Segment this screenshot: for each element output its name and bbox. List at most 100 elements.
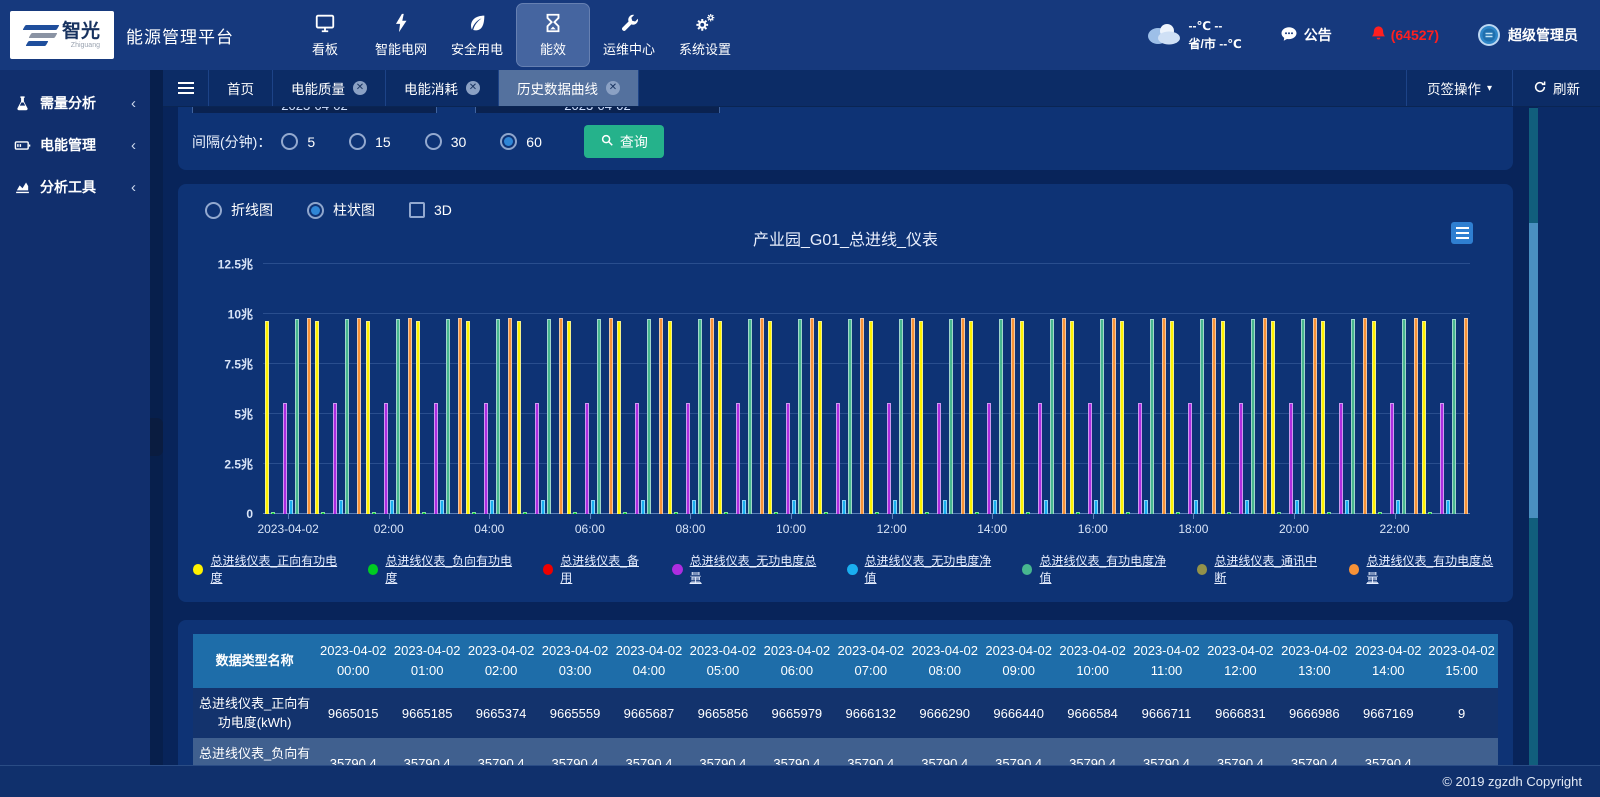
chart-bar bbox=[818, 321, 822, 514]
x-axis-label: 02:00 bbox=[374, 522, 404, 536]
alarm-count: (64527) bbox=[1391, 27, 1439, 43]
sidebar-item-需量分析[interactable]: 需量分析‹ bbox=[0, 82, 150, 124]
legend-item[interactable]: 总进线仪表_负向有功电度 bbox=[368, 552, 517, 586]
bar-group bbox=[1420, 264, 1470, 514]
x-axis-label: 18:00 bbox=[1178, 522, 1208, 536]
chart-bar bbox=[617, 321, 621, 514]
bar-group bbox=[313, 264, 363, 514]
radio-icon bbox=[281, 133, 298, 150]
chart-bar bbox=[887, 403, 891, 514]
refresh-label: 刷新 bbox=[1553, 78, 1580, 98]
nav-item-看板[interactable]: 看板 bbox=[289, 4, 361, 66]
navbar-right: --℃ -- 省/市 --℃ 公告 (64527) 超级 bbox=[1145, 17, 1600, 53]
chart-bar bbox=[911, 318, 915, 514]
drawer-handle[interactable] bbox=[150, 418, 163, 456]
end-date-input[interactable]: 2023-04-02 bbox=[475, 107, 720, 113]
query-panel: 2023-04-02 2023-04-02 间隔(分钟)： 5153060 查询 bbox=[178, 107, 1513, 170]
tab-operations-label: 页签操作 bbox=[1427, 78, 1481, 98]
tab-电能消耗[interactable]: 电能消耗✕ bbox=[386, 70, 499, 106]
refresh-button[interactable]: 刷新 bbox=[1512, 70, 1600, 106]
bar-group bbox=[414, 264, 464, 514]
legend-item[interactable]: 总进线仪表_正向有功电度 bbox=[193, 552, 342, 586]
legend-label: 总进线仪表_无功电度总量 bbox=[690, 552, 822, 586]
chart-bar bbox=[659, 318, 663, 514]
bar-chart: 02.5兆5兆7.5兆10兆12.5兆 2023-04-0202:0004:00… bbox=[193, 264, 1498, 540]
tab-close-icon[interactable]: ✕ bbox=[606, 81, 620, 95]
legend-label: 总进线仪表_有功电度净值 bbox=[1039, 552, 1171, 586]
table-header-time: 2023-04-0200:00 bbox=[316, 634, 390, 688]
chart-bar bbox=[396, 319, 400, 514]
page-title: 能源管理平台 bbox=[126, 23, 234, 48]
vertical-scrollbar[interactable] bbox=[1529, 108, 1538, 765]
chart-bar bbox=[1170, 321, 1174, 514]
alarm-button[interactable]: (64527) bbox=[1370, 25, 1439, 45]
tab-close-icon[interactable]: ✕ bbox=[466, 81, 480, 95]
cell-value: 35790.4 bbox=[982, 738, 1056, 765]
radio-icon bbox=[349, 133, 366, 150]
chart-option-3D[interactable]: 3D bbox=[409, 202, 452, 218]
chart-bar bbox=[969, 321, 973, 514]
legend-item[interactable]: 总进线仪表_备用 bbox=[543, 552, 646, 586]
sidebar-item-电能管理[interactable]: 电能管理‹ bbox=[0, 124, 150, 166]
nav-item-智能电网[interactable]: 智能电网 bbox=[365, 4, 437, 66]
cell-value: 9666440 bbox=[982, 688, 1056, 738]
nav-item-运维中心[interactable]: 运维中心 bbox=[593, 4, 665, 66]
legend-item[interactable]: 总进线仪表_有功电度总量 bbox=[1349, 552, 1498, 586]
chart-bar bbox=[1020, 321, 1024, 514]
interval-radio-15[interactable]: 15 bbox=[349, 133, 391, 150]
notice-button[interactable]: 公告 bbox=[1280, 25, 1332, 46]
chart-bar bbox=[315, 321, 319, 514]
legend-item[interactable]: 总进线仪表_无功电度净值 bbox=[847, 552, 996, 586]
legend-item[interactable]: 总进线仪表_有功电度净值 bbox=[1022, 552, 1171, 586]
nav-item-安全用电[interactable]: 安全用电 bbox=[441, 4, 513, 66]
chart-option-折线图[interactable]: 折线图 bbox=[205, 200, 273, 220]
radio-icon bbox=[205, 202, 222, 219]
bar-group bbox=[1017, 264, 1067, 514]
cell-value: 9666831 bbox=[1203, 688, 1277, 738]
table-header-time: 2023-04-0208:00 bbox=[908, 634, 982, 688]
interval-radio-5[interactable]: 5 bbox=[281, 133, 315, 150]
chart-bar bbox=[937, 403, 941, 514]
nav-item-能效[interactable]: 能效 bbox=[517, 4, 589, 66]
logo-text: 智光 bbox=[62, 21, 100, 42]
nav-item-label: 运维中心 bbox=[603, 39, 655, 58]
chart-bar bbox=[1452, 319, 1456, 514]
table-header-time: 2023-04-0207:00 bbox=[834, 634, 908, 688]
scrollbar-thumb[interactable] bbox=[1529, 223, 1538, 518]
nav-item-系统设置[interactable]: 系统设置 bbox=[669, 4, 741, 66]
chart-bar bbox=[1351, 319, 1355, 514]
hamburger-menu-icon[interactable] bbox=[163, 70, 209, 106]
top-navbar: 智光 Zhiguang 能源管理平台 看板智能电网安全用电能效运维中心系统设置 … bbox=[0, 0, 1600, 70]
wrench-icon bbox=[618, 12, 640, 34]
chart-bar bbox=[1070, 321, 1074, 514]
chart-bar bbox=[446, 319, 450, 514]
bell-icon bbox=[1370, 25, 1387, 45]
table-header-time: 2023-04-0206:00 bbox=[760, 634, 834, 688]
table-header-time: 2023-04-0204:00 bbox=[612, 634, 686, 688]
legend-item[interactable]: 总进线仪表_通讯中断 bbox=[1197, 552, 1323, 586]
chart-context-menu-icon[interactable] bbox=[1451, 222, 1473, 244]
search-button[interactable]: 查询 bbox=[584, 125, 664, 158]
tab-历史数据曲线[interactable]: 历史数据曲线✕ bbox=[499, 70, 639, 106]
chart-bar bbox=[686, 403, 690, 514]
y-axis-label: 5兆 bbox=[234, 406, 253, 423]
cell-value: 35790.4 bbox=[1203, 738, 1277, 765]
nav-item-label: 看板 bbox=[312, 39, 338, 58]
interval-radio-60[interactable]: 60 bbox=[500, 133, 542, 150]
tab-电能质量[interactable]: 电能质量✕ bbox=[273, 70, 386, 106]
x-axis-label: 10:00 bbox=[776, 522, 806, 536]
tabbar: 首页电能质量✕电能消耗✕历史数据曲线✕ 页签操作 ▾ 刷新 bbox=[163, 70, 1600, 107]
tab-close-icon[interactable]: ✕ bbox=[353, 81, 367, 95]
chart-bar bbox=[1263, 318, 1267, 514]
sidebar-item-分析工具[interactable]: 分析工具‹ bbox=[0, 166, 150, 208]
start-date-input[interactable]: 2023-04-02 bbox=[192, 107, 437, 113]
interval-radio-30[interactable]: 30 bbox=[425, 133, 467, 150]
row-label: 总进线仪表_负向有功电度(kWh) bbox=[193, 738, 316, 765]
legend-item[interactable]: 总进线仪表_无功电度总量 bbox=[672, 552, 821, 586]
radio-icon bbox=[307, 202, 324, 219]
chart-bar bbox=[333, 403, 337, 514]
chart-option-柱状图[interactable]: 柱状图 bbox=[307, 200, 375, 220]
user-menu[interactable]: 超级管理员 bbox=[1477, 23, 1578, 47]
tab-operations-dropdown[interactable]: 页签操作 ▾ bbox=[1406, 70, 1512, 106]
tab-首页[interactable]: 首页 bbox=[209, 70, 273, 106]
